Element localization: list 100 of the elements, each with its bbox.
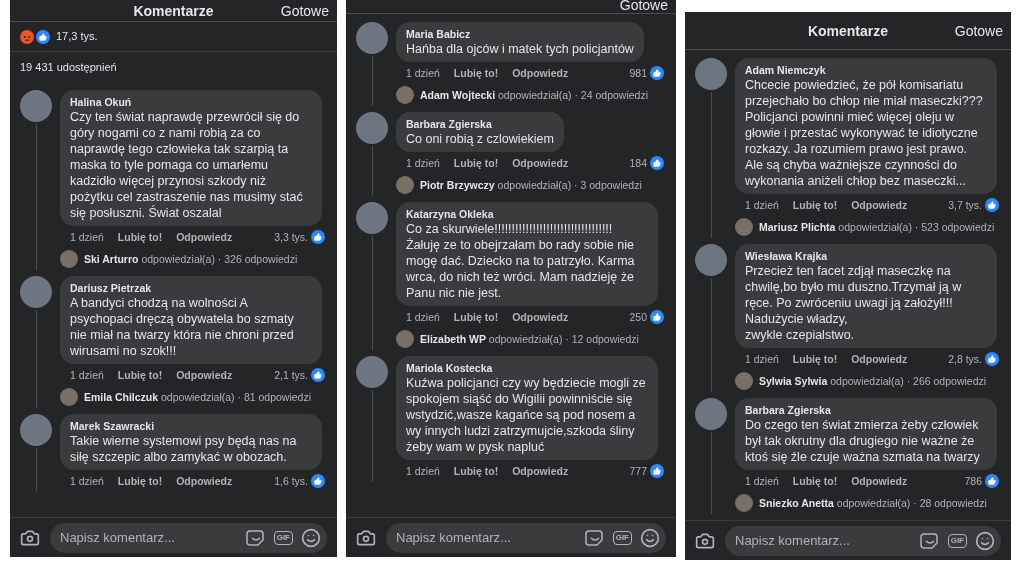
- replies-link[interactable]: Piotr Brzywczy odpowiedział(a) · 3 odpowiedzi: [420, 178, 642, 192]
- like-icon: [650, 310, 664, 324]
- reply-link[interactable]: Odpowiedz: [512, 156, 569, 170]
- comment-text: Kuźwa policjanci czy wy będziecie mogli ze spokojem siąść do Wigilii powinniście się wstydzić,wasze kagańce są pod nosem a wy innych ludzi zatrzymujcie,szkoda śliny żeby wam w pysk napluć: [406, 375, 647, 455]
- comment-time: 1 dzień: [406, 156, 440, 170]
- sticker-icon[interactable]: [919, 530, 940, 551]
- avatar-photo: [20, 90, 52, 122]
- sticker-icon[interactable]: [245, 527, 266, 548]
- comment-time: 1 dzień: [406, 310, 440, 324]
- replies-link[interactable]: Sniezko Anetta odpowiedział(a) · 28 odpowiedzi: [759, 496, 987, 510]
- comment-text: Co oni robią z czlowiekiem: [406, 131, 554, 147]
- like-link[interactable]: Lubię to!: [117, 230, 163, 244]
- comment-author: Halina Okuń: [70, 95, 133, 109]
- like-count: 184: [629, 156, 647, 170]
- replies-link[interactable]: Mariusz Plichta odpowiedział(a) · 523 odpowiedzi: [759, 220, 995, 234]
- comment-author: Adam Niemczyk: [745, 63, 827, 77]
- emoji-icon[interactable]: [640, 527, 660, 548]
- done-button[interactable]: Gotowe: [619, 0, 668, 13]
- replies-link[interactable]: Adam Wojtecki odpowiedział(a) · 24 odpowiedzi: [420, 88, 648, 102]
- like-count: 981: [629, 66, 647, 80]
- avatar-photo: [396, 330, 414, 348]
- like-link[interactable]: Lubię to!: [792, 198, 838, 212]
- like-link[interactable]: Lubię to!: [453, 464, 499, 478]
- reply-link[interactable]: Odpowiedz: [176, 474, 233, 488]
- gif-button[interactable]: GIF: [273, 530, 293, 545]
- avatar-photo: [356, 356, 388, 388]
- angry-face-icon: [20, 29, 34, 44]
- comment-author: Marek Szawracki: [70, 419, 156, 433]
- like-link[interactable]: Lubię to!: [792, 474, 838, 488]
- replies-link[interactable]: Ski Arturro odpowiedział(a) · 326 odpowiedzi: [84, 252, 298, 266]
- done-button[interactable]: Gotowe: [954, 22, 1003, 39]
- shares-count[interactable]: 19 431 udostępnień: [20, 58, 117, 76]
- comment-text: Przecież ten facet zdjął maseczkę na chwilę,bo było mu duszno.Trzymał ją w ręce. Po zwróceniu uwagi ją założył!!! Nadużycie władzy, zwykle czepialstwo.: [745, 263, 963, 343]
- like-link[interactable]: Lubię to!: [117, 368, 163, 382]
- like-icon: [311, 474, 325, 488]
- reply-link[interactable]: Odpowiedz: [512, 310, 569, 324]
- comment-text: Chcecie powiedzieć, że pół komisariatu przejechało bo chłop nie miał maseczki??? Policjanci powinni mieć więcej oleju w głowie i przestać wykonywać te idiotyczne rozkazy. Ja rozumiem prawo jest prawo. Ale są chyba ważniejsze czynności do wykonania aniżeli chłop bez maseczki...: [745, 77, 984, 189]
- reply-link[interactable]: Odpowiedz: [851, 474, 908, 488]
- like-count: 777: [629, 464, 647, 478]
- like-icon: [311, 368, 325, 382]
- avatar-photo: [695, 244, 727, 276]
- like-link[interactable]: Lubię to!: [453, 310, 499, 324]
- reply-link[interactable]: Odpowiedz: [851, 198, 908, 212]
- like-icon: [985, 198, 999, 212]
- emoji-icon[interactable]: [975, 530, 995, 551]
- like-count: 2,8 tys.: [948, 352, 982, 366]
- avatar-photo: [20, 276, 52, 308]
- comment-time: 1 dzień: [745, 352, 779, 366]
- avatar-photo: [356, 202, 388, 234]
- reply-link[interactable]: Odpowiedz: [176, 368, 233, 382]
- avatar-photo: [60, 388, 78, 406]
- like-icon: [311, 230, 325, 244]
- avatar-photo: [695, 58, 727, 90]
- like-count: 3,7 tys.: [948, 198, 982, 212]
- avatar-photo: [20, 414, 52, 446]
- reply-link[interactable]: Odpowiedz: [512, 66, 569, 80]
- like-icon: [650, 156, 664, 170]
- reply-link[interactable]: Odpowiedz: [176, 230, 233, 244]
- like-link[interactable]: Lubię to!: [453, 156, 499, 170]
- reaction-count[interactable]: 17,3 tys.: [56, 28, 98, 45]
- comment-time: 1 dzień: [70, 368, 104, 382]
- comment-time: 1 dzień: [745, 474, 779, 488]
- avatar-photo: [695, 398, 727, 430]
- comment-author: Katarzyna Okleka: [406, 207, 495, 221]
- header-title: Komentarze: [807, 22, 889, 39]
- comment-author: Dariusz Pietrzak: [70, 281, 153, 295]
- comment-author: Barbara Zgierska: [406, 117, 493, 131]
- like-count: 2,1 tys.: [274, 368, 308, 382]
- comment-time: 1 dzień: [745, 198, 779, 212]
- like-link[interactable]: Lubię to!: [453, 66, 499, 80]
- avatar-photo: [60, 250, 78, 268]
- comment-input-field[interactable]: Napisz komentarz... GIF: [50, 522, 327, 553]
- like-count: 1,6 tys.: [274, 474, 308, 488]
- avatar-photo: [356, 22, 388, 54]
- comment-author: Mariola Kostecka: [406, 361, 494, 375]
- comment-text: Takie wierne systemowi psy będą nas na siłę szczepic albo zamykać w obozach.: [70, 433, 298, 465]
- replies-link[interactable]: Sylwia Sylwia odpowiedział(a) · 266 odpowiedzi: [759, 374, 987, 388]
- replies-link[interactable]: Emila Chilczuk odpowiedział(a) · 81 odpowiedzi: [84, 390, 312, 404]
- done-button[interactable]: Gotowe: [280, 3, 329, 19]
- like-link[interactable]: Lubię to!: [792, 352, 838, 366]
- like-icon: [650, 464, 664, 478]
- comment-time: 1 dzień: [406, 66, 440, 80]
- comment-input-field[interactable]: Napisz komentarz... GIF: [386, 522, 666, 553]
- emoji-icon[interactable]: [301, 527, 321, 548]
- reply-link[interactable]: Odpowiedz: [851, 352, 908, 366]
- reply-link[interactable]: Odpowiedz: [512, 464, 569, 478]
- replies-link[interactable]: Elizabeth WP odpowiedział(a) · 12 odpowiedzi: [420, 332, 639, 346]
- like-icon: [985, 474, 999, 488]
- header-title: Komentarze: [133, 3, 214, 19]
- sticker-icon[interactable]: [584, 527, 605, 548]
- like-icon: [985, 352, 999, 366]
- like-link[interactable]: Lubię to!: [117, 474, 163, 488]
- comment-author: Wiesława Krajka: [745, 249, 829, 263]
- comment-input-field[interactable]: Napisz komentarz... GIF: [725, 525, 1001, 556]
- comment-text: Czy ten świat naprawdę przewrócił się do góry nogami co z nami robią za co naprawdę tego człowieka tak szarpią ta maska to tyle pomaga co umarłemu kadzidło więcej przynosi szkody niż pożytku cel zastraszenie nas musimy stać się posłuszni. Świat oszalal: [70, 109, 304, 221]
- gif-button[interactable]: GIF: [947, 533, 967, 548]
- like-icon: [36, 29, 50, 44]
- avatar-photo: [735, 494, 753, 512]
- comment-time: 1 dzień: [70, 230, 104, 244]
- gif-button[interactable]: GIF: [612, 530, 632, 545]
